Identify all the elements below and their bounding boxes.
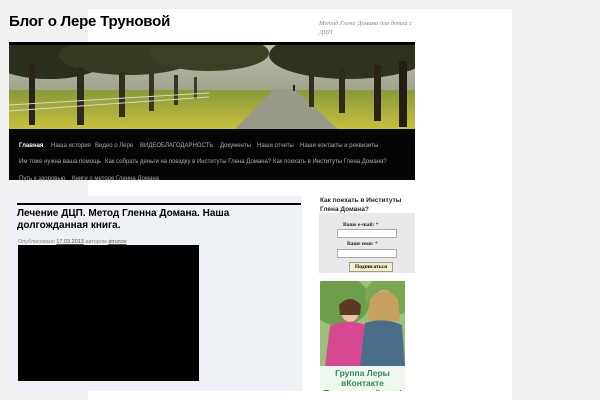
required-mark: *: [375, 222, 379, 228]
main-navigation: Главная Наша история Видео о Лере ВИДЕОБ…: [9, 129, 415, 182]
family-photo: [320, 281, 405, 366]
email-field[interactable]: [337, 229, 397, 238]
nav-item-video[interactable]: Видео о Лере: [95, 143, 133, 149]
email-label-text: Ваше e-mail:: [343, 222, 375, 228]
header-image: [9, 42, 415, 130]
vk-group-banner[interactable]: Группа Леры вКонтакте Присоединяйтесь!: [320, 281, 405, 391]
video-player[interactable]: [18, 245, 199, 381]
vk-group-text: Группа Леры вКонтакте Присоединяйтесь!: [323, 368, 402, 391]
email-label: Ваше e-mail: *: [343, 222, 379, 228]
required-mark: *: [374, 241, 378, 247]
park-alley-image: [9, 45, 415, 130]
nav-item-how-to-go[interactable]: Как поехать в Институты Глена Домана?: [273, 159, 387, 165]
nav-item-contacts[interactable]: Наши контакты и реквизиты: [300, 143, 378, 149]
site-description: Метод Глена Домана для детей с ДЦП: [319, 20, 413, 36]
site-title[interactable]: Блог о Лере Труновой: [9, 13, 170, 30]
nav-item-reports[interactable]: Наши отчеты: [257, 143, 294, 149]
nav-item-documents[interactable]: Документы: [220, 143, 251, 149]
nav-item-health-path[interactable]: Путь к здоровью: [19, 176, 65, 182]
nav-item-history[interactable]: Наша история: [51, 143, 91, 149]
subscribe-button[interactable]: Подписаться: [349, 262, 393, 272]
nav-item-video-thanks[interactable]: ВИДЕОБЛАГОДАРНОСТЬ: [140, 143, 213, 149]
name-label-text: Ваше имя:: [347, 241, 374, 247]
nav-item-help-others[interactable]: Им тоже нужна ваша помощь: [19, 159, 101, 165]
nav-item-books[interactable]: Книги о методе Гленна Домана: [72, 176, 159, 182]
name-field[interactable]: [337, 249, 397, 258]
name-label: Ваше имя: *: [347, 241, 378, 247]
nav-item-home[interactable]: Главная: [19, 143, 43, 149]
sidebar-widget-title[interactable]: Как поехать в Институты Глена Домана?: [320, 196, 416, 214]
nav-item-raise-money[interactable]: Как собрать деньги на поездку в Институт…: [105, 159, 271, 165]
post-title[interactable]: Лечение ДЦП. Метод Гленна Домана. Наша д…: [17, 203, 301, 232]
